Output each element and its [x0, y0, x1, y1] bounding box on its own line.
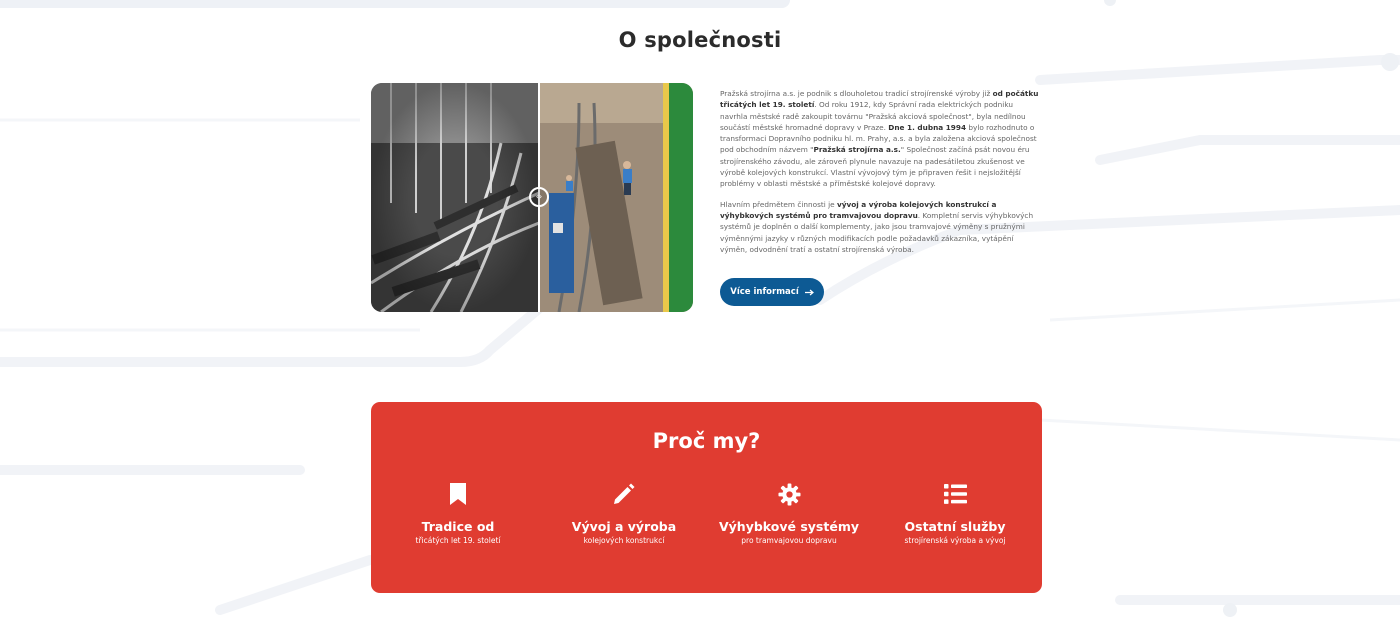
- why-item-subtitle: třicátých let 19. století: [415, 536, 501, 545]
- body-text: Hlavním předmětem činnosti je: [720, 199, 837, 209]
- highlighted-text: Pražská strojírna a.s.: [813, 145, 901, 155]
- about-title: O společnosti: [618, 28, 782, 52]
- why-item-title: Vývoj a výroba: [571, 519, 677, 534]
- about-section: O společnosti ‹› Pražská strojírna a.s. …: [0, 0, 1400, 370]
- why-item-development: Vývoj a výroba kolejových konstrukcí: [539, 482, 709, 546]
- historic-rails-photo: [371, 83, 539, 312]
- modern-workshop-photo: [539, 83, 693, 312]
- pencil-icon: [614, 483, 635, 504]
- why-item-subtitle: pro tramvajovou dopravu: [741, 536, 837, 545]
- about-paragraph-2: Hlavním předmětem činnosti je vývoj a vý…: [720, 199, 1040, 255]
- bookmark-icon: [450, 483, 466, 505]
- gear-icon: [777, 482, 801, 506]
- why-item-title: Výhybkové systémy: [718, 519, 859, 534]
- why-item-subtitle: kolejových konstrukcí: [583, 536, 665, 545]
- why-item-title: Ostatní služby: [904, 519, 1006, 534]
- more-info-label: Více informací: [730, 287, 799, 297]
- more-info-button[interactable]: Více informací: [720, 278, 824, 306]
- highlighted-text: Dne 1. dubna 1994: [888, 122, 967, 132]
- list-icon: [943, 484, 967, 504]
- why-item-subtitle: strojírenská výroba a vývoj: [904, 536, 1006, 545]
- before-after-image-compare[interactable]: ‹›: [371, 83, 693, 312]
- about-text: Pražská strojírna a.s. je podnik s dlouh…: [720, 88, 1040, 264]
- body-text: Pražská strojírna a.s. je podnik s dlouh…: [720, 89, 993, 98]
- compare-arrows-icon[interactable]: ‹›: [529, 187, 549, 207]
- why-item-tradition: Tradice od třicátých let 19. století: [373, 482, 543, 546]
- why-item-other-services: Ostatní služby strojírenská výroba a výv…: [870, 482, 1040, 546]
- about-paragraph-1: Pražská strojírna a.s. je podnik s dlouh…: [720, 88, 1040, 190]
- why-item-title: Tradice od: [421, 519, 495, 534]
- arrow-right-icon: [804, 289, 814, 295]
- why-us-section: Proč my? Tradice od třicátých let 19. st…: [371, 402, 1042, 593]
- why-us-title: Proč my?: [652, 429, 761, 453]
- why-item-switch-systems: Výhybkové systémy pro tramvajovou doprav…: [704, 482, 874, 546]
